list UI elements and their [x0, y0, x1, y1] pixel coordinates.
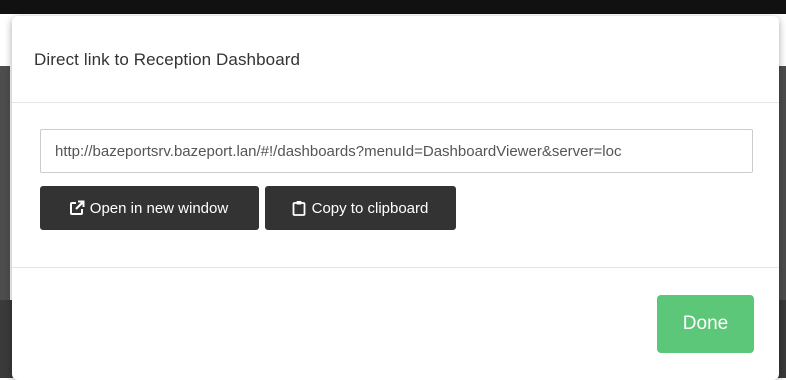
dialog-title: Direct link to Reception Dashboard	[34, 50, 301, 69]
direct-link-dialog: Direct link to Reception Dashboard Open …	[12, 16, 779, 380]
external-link-icon	[69, 200, 85, 216]
dialog-footer: Done	[12, 268, 779, 380]
done-button[interactable]: Done	[657, 295, 754, 353]
direct-link-field[interactable]	[40, 129, 753, 173]
open-in-new-window-label: Open in new window	[89, 199, 229, 217]
copy-to-clipboard-label: Copy to clipboard	[311, 199, 429, 217]
link-actions: Open in new window Copy to clipboard	[40, 186, 456, 230]
backdrop-top-bar	[0, 0, 786, 14]
open-in-new-window-button[interactable]: Open in new window	[40, 186, 259, 230]
dialog-body: Open in new window Copy to clipboard	[12, 103, 779, 268]
copy-to-clipboard-button[interactable]: Copy to clipboard	[265, 186, 456, 230]
dialog-header: Direct link to Reception Dashboard	[12, 16, 779, 103]
clipboard-icon	[291, 200, 307, 216]
